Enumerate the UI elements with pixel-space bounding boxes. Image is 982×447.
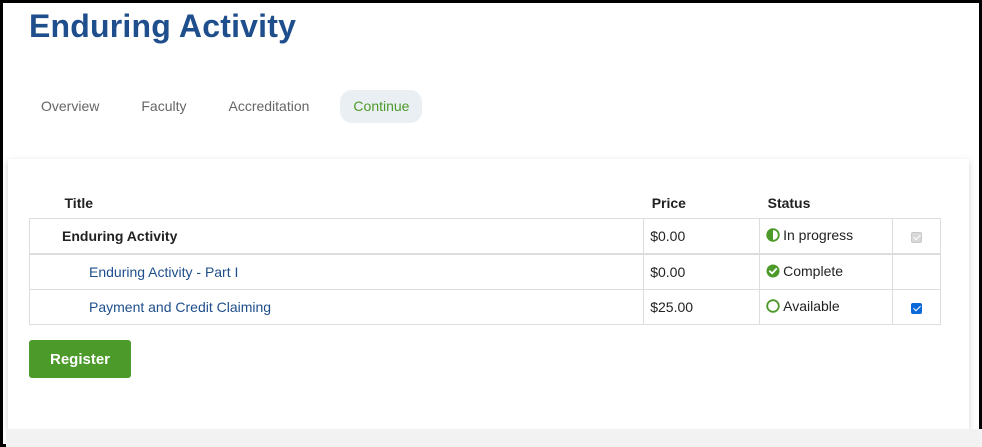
register-button[interactable]: Register xyxy=(29,340,131,378)
column-header-status: Status xyxy=(767,194,811,211)
row-select-cell xyxy=(892,289,941,325)
row-title: Enduring Activity xyxy=(28,218,645,255)
row-status: Available xyxy=(759,289,894,325)
activity-link-payment[interactable]: Payment and Credit Claiming xyxy=(89,299,271,315)
open-circle-icon xyxy=(766,299,780,313)
row-select-cell xyxy=(892,218,941,255)
page-title: Enduring Activity xyxy=(29,8,297,44)
row-status: Complete xyxy=(759,253,894,290)
row-title: Payment and Credit Claiming xyxy=(28,289,645,325)
activity-link-part-1[interactable]: Enduring Activity - Part I xyxy=(89,264,238,280)
row-price: $0.00 xyxy=(643,253,761,290)
tab-continue[interactable]: Continue xyxy=(340,90,423,123)
column-header-select xyxy=(893,187,941,219)
row-select-cell xyxy=(892,253,941,290)
table-row: Enduring Activity $0.00 In progress xyxy=(28,218,941,255)
column-header-price: Price xyxy=(651,194,686,211)
tab-faculty[interactable]: Faculty xyxy=(128,90,199,123)
tab-accreditation[interactable]: Accreditation xyxy=(215,90,322,123)
status-label: Complete xyxy=(783,263,844,279)
table-header-row: Title Price Status xyxy=(30,187,941,219)
tab-bar: Overview Faculty Accreditation Continue xyxy=(28,90,438,123)
row-title: Enduring Activity - Part I xyxy=(28,253,645,290)
row-checkbox[interactable] xyxy=(911,302,923,314)
check-circle-icon xyxy=(766,264,780,278)
bottom-strip xyxy=(6,429,982,447)
column-header-title: Title xyxy=(64,194,94,211)
activities-table: Title Price Status Enduring Activity $0.… xyxy=(28,187,941,325)
row-checkbox-disabled xyxy=(911,231,923,243)
status-label: Available xyxy=(783,298,840,314)
half-circle-icon xyxy=(766,228,780,242)
tab-overview[interactable]: Overview xyxy=(28,90,112,123)
row-status: In progress xyxy=(759,218,894,255)
table-row: Enduring Activity - Part I $0.00 Complet… xyxy=(28,253,941,290)
status-label: In progress xyxy=(783,227,854,243)
row-price: $25.00 xyxy=(643,289,761,325)
row-price: $0.00 xyxy=(643,218,761,255)
table-row: Payment and Credit Claiming $25.00 Avail… xyxy=(28,289,941,325)
